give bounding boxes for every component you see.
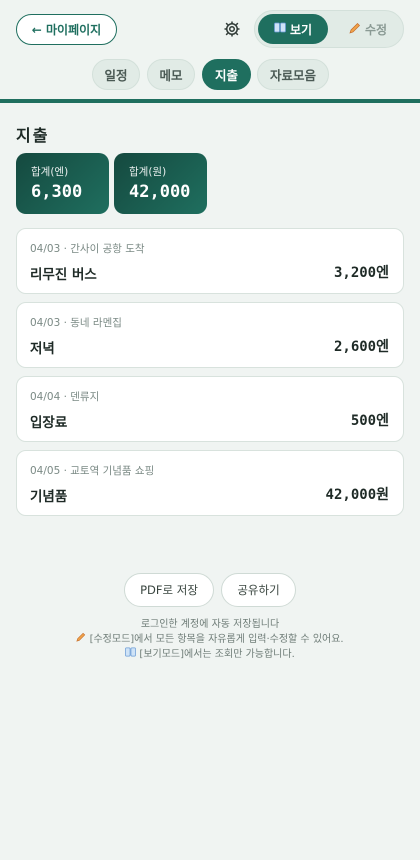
expense-meta: 04/04 · 덴류지 [30,391,100,403]
expense-name: 입장료 [30,415,68,431]
save-pdf-button[interactable]: PDF로 저장 [124,573,214,607]
tab-bar: 일정 메모 지출 자료모음 [0,59,420,91]
top-bar: ← 마이페이지 보기 수정 일정 메모 지출 자료모음 [0,0,420,100]
expense-amount: 500엔 [350,413,389,429]
total-won-card: 합계(원) 42,000 [114,153,207,214]
tab-schedule[interactable]: 일정 [92,59,140,90]
gear-icon[interactable] [222,19,242,39]
expense-item[interactable]: 04/03 · 동네 라멘집 저녁 2,600엔 [16,302,404,368]
expense-amount: 2,600엔 [333,339,389,355]
expense-name: 저녁 [30,341,55,357]
tab-memo[interactable]: 메모 [147,59,195,90]
tab-label: 자료모음 [269,68,316,83]
footer-edit-text: [수정모드]에서 모든 항목을 자유롭게 입력·수정할 수 있어요. [89,634,344,645]
expense-item[interactable]: 04/05 · 교토역 기념품 쇼핑 기념품 42,000원 [16,450,404,516]
footer-autosave-note: 로그인한 계정에 자동 저장됩니다 [140,619,280,630]
view-mode-label: 보기 [289,22,313,37]
view-mode-button[interactable]: 보기 [258,14,328,44]
tab-resources[interactable]: 자료모음 [257,59,329,90]
edit-mode-button[interactable]: 수정 [335,14,401,44]
expense-amount: 3,200엔 [333,265,389,281]
book-icon [274,22,286,36]
tab-label: 메모 [159,68,183,83]
expense-name: 기념품 [30,489,68,505]
save-pdf-label: PDF로 저장 [140,583,198,597]
total-yen-card: 합계(엔) 6,300 [16,153,109,214]
footer-edit-note: [수정모드]에서 모든 항목을 자유롭게 입력·수정할 수 있어요. [0,632,420,647]
expense-amount: 42,000원 [325,487,389,503]
book-icon [125,647,139,660]
footer-view-note: [보기모드]에서는 조회만 가능합니다. [0,647,420,662]
back-to-mypage-button[interactable]: ← 마이페이지 [16,14,117,45]
total-won-value: 42,000 [129,182,191,202]
share-label: 공유하기 [237,583,280,597]
expense-item[interactable]: 04/03 · 간사이 공항 도착 리무진 버스 3,200엔 [16,228,404,294]
total-yen-label: 합계(엔) [31,166,69,178]
total-won-label: 합계(원) [129,166,167,178]
expense-meta: 04/03 · 간사이 공항 도착 [30,243,145,255]
pencil-icon [349,22,361,37]
mode-toggle: 보기 수정 [254,10,404,48]
expense-meta: 04/05 · 교토역 기념품 쇼핑 [30,465,155,477]
tab-label: 일정 [104,68,128,83]
footer-notes: 로그인한 계정에 자동 저장됩니다 [수정모드]에서 모든 항목을 자유롭게 입… [0,617,420,662]
header-divider [0,99,420,103]
section-title: 지출 [16,126,50,145]
expense-meta: 04/03 · 동네 라멘집 [30,317,122,329]
share-button[interactable]: 공유하기 [221,573,296,607]
expense-name: 리무진 버스 [30,267,97,283]
edit-mode-label: 수정 [364,22,388,37]
expense-item[interactable]: 04/04 · 덴류지 입장료 500엔 [16,376,404,442]
total-yen-value: 6,300 [31,182,83,202]
footer-view-text: [보기모드]에서는 조회만 가능합니다. [139,649,295,660]
back-label: ← 마이페이지 [31,23,102,37]
tab-expenses[interactable]: 지출 [202,59,251,90]
tab-label: 지출 [214,68,238,83]
pencil-icon [76,632,89,645]
